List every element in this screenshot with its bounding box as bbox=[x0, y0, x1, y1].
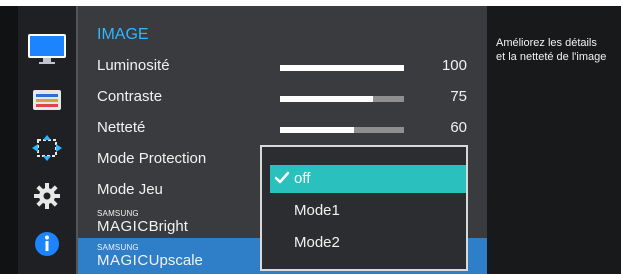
menu-row-contraste[interactable]: Contraste 75 bbox=[78, 83, 487, 114]
description-line-1: Améliorez les détails bbox=[496, 37, 597, 49]
menu-title: IMAGE bbox=[97, 26, 149, 43]
slider-fill bbox=[280, 65, 404, 71]
option-off[interactable]: off bbox=[270, 165, 466, 193]
option-label: off bbox=[294, 170, 311, 187]
check-icon bbox=[274, 171, 290, 184]
nettete-slider[interactable] bbox=[280, 127, 404, 133]
row-value: 60 bbox=[450, 119, 467, 136]
slider-fill bbox=[280, 96, 373, 102]
info-icon[interactable] bbox=[23, 226, 71, 262]
row-label: Mode Protection bbox=[97, 150, 207, 167]
description-panel: Améliorez les détails et la netteté de l… bbox=[487, 6, 621, 274]
upscale-dropdown[interactable]: off Mode1 Mode2 bbox=[260, 145, 468, 271]
option-mode1[interactable]: Mode1 bbox=[270, 197, 466, 225]
row-label: Bright bbox=[148, 218, 188, 235]
option-label: Mode1 bbox=[294, 202, 340, 219]
row-label: Netteté bbox=[97, 119, 146, 136]
row-label: Mode Jeu bbox=[97, 181, 163, 198]
row-label: Luminosité bbox=[97, 57, 170, 74]
magic-prefix: MAGIC bbox=[97, 218, 149, 235]
description-line-2: et la netteté de l'image bbox=[496, 51, 607, 63]
menu-row-nettete[interactable]: Netteté 60 bbox=[78, 114, 487, 145]
slider-fill bbox=[280, 127, 355, 133]
magic-prefix: MAGIC bbox=[97, 252, 149, 269]
row-value: 75 bbox=[450, 88, 467, 105]
monitor-icon[interactable] bbox=[23, 31, 71, 67]
size-position-icon[interactable] bbox=[23, 130, 71, 166]
magic-bright-label: SAMSUNG MAGICBright bbox=[97, 210, 188, 236]
samsung-prefix: SAMSUNG bbox=[97, 209, 139, 218]
magic-upscale-label: SAMSUNG MAGICUpscale bbox=[97, 244, 203, 270]
option-label: Mode2 bbox=[294, 234, 340, 251]
samsung-prefix: SAMSUNG bbox=[97, 243, 139, 252]
gear-icon[interactable] bbox=[23, 178, 71, 214]
sidebar bbox=[18, 6, 76, 274]
color-bars-icon[interactable] bbox=[23, 82, 71, 118]
row-label: Upscale bbox=[148, 252, 203, 269]
contraste-slider[interactable] bbox=[280, 96, 404, 102]
row-label: Contraste bbox=[97, 88, 163, 105]
row-value: 100 bbox=[441, 57, 467, 74]
luminosite-slider[interactable] bbox=[280, 65, 404, 71]
option-mode2[interactable]: Mode2 bbox=[270, 229, 466, 257]
menu-row-luminosite[interactable]: Luminosité 100 bbox=[78, 52, 487, 83]
